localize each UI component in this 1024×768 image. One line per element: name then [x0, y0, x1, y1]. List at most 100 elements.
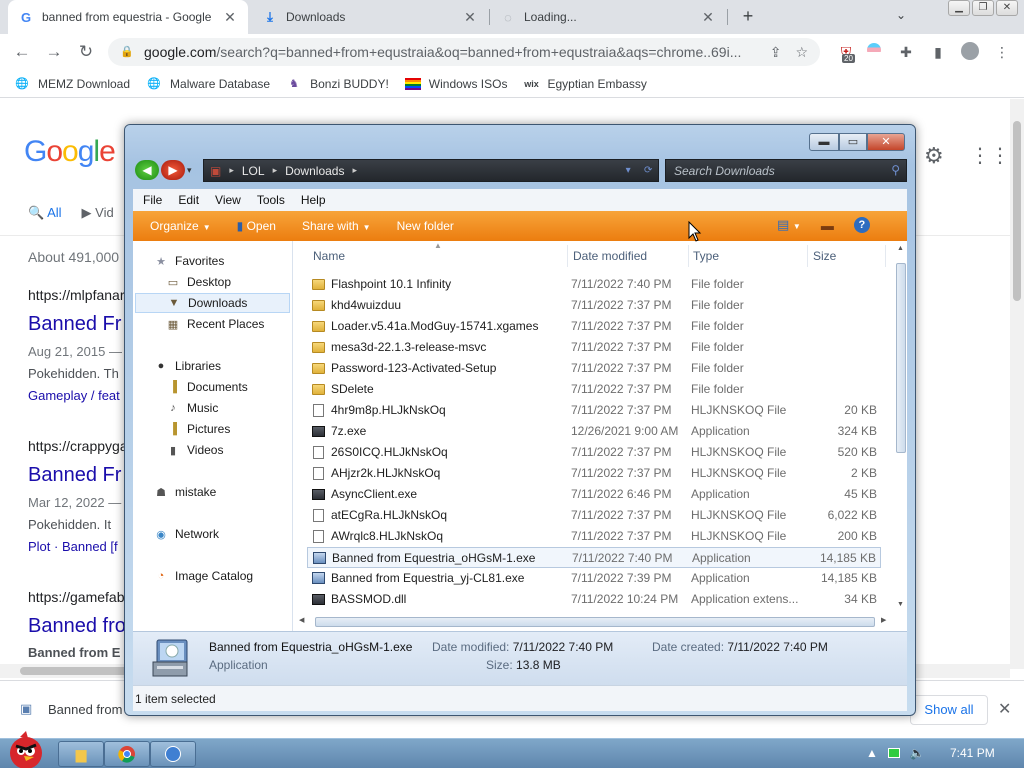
new-folder-button[interactable]: New folder: [397, 219, 454, 233]
side-panel-icon[interactable]: ▮: [928, 42, 948, 62]
column-name[interactable]: Name: [313, 245, 345, 267]
minimize-button[interactable]: ▁: [948, 0, 970, 16]
help-icon[interactable]: ?: [853, 217, 870, 233]
column-type[interactable]: Type: [693, 245, 719, 267]
file-list-horizontal-scrollbar[interactable]: ◀ ▶: [295, 614, 893, 630]
refresh-icon[interactable]: ⟳: [644, 165, 652, 176]
result-cite[interactable]: https://mlpfanar: [28, 287, 125, 303]
taskbar-chrome-button[interactable]: [104, 741, 150, 767]
share-icon[interactable]: ⇪: [770, 44, 782, 61]
scroll-down-arrow-icon[interactable]: ▼: [897, 601, 904, 608]
scroll-left-arrow-icon[interactable]: ◀: [299, 616, 304, 624]
file-row[interactable]: 4hr9m8p.HLJkNskOq 7/11/2022 7:37 PM HLJKNS…: [307, 400, 881, 421]
menu-help[interactable]: Help: [301, 193, 326, 207]
forward-arrow-icon[interactable]: ▶: [161, 160, 185, 180]
scroll-right-arrow-icon[interactable]: ▶: [881, 616, 886, 624]
file-row[interactable]: Banned from Equestria_oHGsM-1.exe 7/11/20…: [307, 547, 881, 568]
nav-desktop[interactable]: ▭ Desktop: [165, 272, 231, 292]
nav-libraries[interactable]: ● Libraries: [153, 356, 221, 376]
nav-mistake[interactable]: ☗ mistake: [153, 482, 216, 502]
reload-button[interactable]: ↻: [76, 42, 96, 62]
tab-google-search[interactable]: G banned from equestria - Google ✕: [8, 0, 248, 34]
forward-button[interactable]: →: [44, 42, 64, 62]
file-row[interactable]: khd4wuizduu 7/11/2022 7:37 PM File folder: [307, 295, 881, 316]
extension-flag-icon[interactable]: [864, 42, 884, 62]
file-row[interactable]: AWrqlc8.HLJkNskOq 7/11/2022 7:37 PM HLJKNS…: [307, 526, 881, 547]
profile-avatar-icon[interactable]: [960, 42, 980, 62]
tab-videos[interactable]: ▶ Vid: [82, 205, 114, 221]
column-size[interactable]: Size: [813, 245, 836, 267]
breadcrumb-separator[interactable]: ▸: [273, 165, 278, 176]
breadcrumb-separator[interactable]: ▸: [352, 165, 357, 176]
bookmark-windows-isos[interactable]: Windows ISOs: [404, 76, 507, 92]
tab-downloads[interactable]: ⤓ Downloads ✕: [252, 0, 488, 34]
file-row[interactable]: 26S0ICQ.HLJkNskOq 7/11/2022 7:37 PM HLJKNS…: [307, 442, 881, 463]
organize-button[interactable]: Organize ▼: [150, 219, 211, 233]
result-title[interactable]: Banned fro: [28, 615, 126, 638]
explorer-search-box[interactable]: Search Downloads ⚲: [665, 159, 907, 182]
address-dropdown-icon[interactable]: ▾: [626, 165, 631, 176]
nav-documents[interactable]: ▐ Documents: [165, 377, 248, 397]
new-tab-button[interactable]: +: [738, 6, 758, 26]
column-date-modified[interactable]: Date modified: [573, 245, 647, 267]
column-divider[interactable]: [807, 245, 808, 267]
angry-bird-start-icon[interactable]: [4, 729, 48, 768]
bookmark-malware-database[interactable]: 🌐 Malware Database: [146, 76, 270, 92]
column-divider[interactable]: [885, 245, 886, 267]
bookmark-star-icon[interactable]: ☆: [795, 44, 808, 61]
result-title[interactable]: Banned Fr: [28, 464, 121, 487]
result-sitelinks[interactable]: Plot · Banned [f: [28, 539, 118, 554]
tab-loading[interactable]: ◌ Loading... ✕: [490, 0, 726, 34]
breadcrumb-downloads[interactable]: Downloads: [285, 164, 344, 178]
extensions-puzzle-icon[interactable]: ✚: [896, 42, 916, 62]
settings-gear-icon[interactable]: ⚙: [924, 143, 944, 169]
tab-close-icon[interactable]: ✕: [222, 9, 238, 26]
file-row[interactable]: BASSMOD.dll 7/11/2022 10:24 PM Application…: [307, 589, 881, 610]
history-dropdown-icon[interactable]: ▾: [187, 165, 192, 176]
result-cite[interactable]: https://gamefab: [28, 589, 125, 605]
file-row[interactable]: Loader.v5.41a.ModGuy-15741.xgames 7/11/20…: [307, 316, 881, 337]
explorer-close-button[interactable]: ✕: [867, 133, 905, 151]
volume-icon[interactable]: 🔈: [910, 746, 925, 760]
result-sitelinks[interactable]: Gameplay / feat: [28, 388, 120, 403]
tray-expand-icon[interactable]: ▲: [866, 746, 878, 760]
download-item[interactable]: ▣ Banned from: [20, 701, 122, 717]
lock-icon[interactable]: 🔒: [120, 45, 134, 59]
maximize-button[interactable]: ❐: [972, 0, 994, 16]
menu-kebab-icon[interactable]: ⋮: [992, 42, 1012, 62]
menu-tools[interactable]: Tools: [257, 193, 285, 207]
address-bar[interactable]: 🔒 google.com/search?q=banned+from+equstr…: [108, 38, 820, 66]
change-view-icon[interactable]: ▤ ▼: [777, 217, 801, 233]
breadcrumb-separator[interactable]: ▸: [229, 165, 234, 176]
menu-file[interactable]: File: [143, 193, 162, 207]
nav-favorites[interactable]: ★ Favorites: [153, 251, 224, 271]
column-divider[interactable]: [567, 245, 568, 267]
search-icon[interactable]: ⚲: [891, 163, 900, 177]
tab-all[interactable]: 🔍 All: [28, 205, 62, 221]
nav-downloads[interactable]: ▼ Downloads: [135, 293, 290, 313]
nav-recent-places[interactable]: ▦ Recent Places: [165, 314, 265, 334]
google-logo[interactable]: Google: [24, 135, 116, 169]
bookmark-bonzi-buddy[interactable]: ♞ Bonzi BUDDY!: [286, 76, 389, 92]
nav-image-catalog[interactable]: ◔ Image Catalog: [153, 566, 253, 586]
file-row[interactable]: atECgRa.HLJkNskOq 7/11/2022 7:37 PM HLJKNS…: [307, 505, 881, 526]
nav-network[interactable]: ◉ Network: [153, 524, 219, 544]
close-button[interactable]: ✕: [996, 0, 1018, 16]
tab-search-chevron-icon[interactable]: ⌄: [896, 8, 906, 22]
explorer-maximize-button[interactable]: ▭: [839, 133, 867, 151]
bookmark-memz[interactable]: 🌐 MEMZ Download: [14, 76, 130, 92]
show-all-button[interactable]: Show all: [910, 695, 988, 725]
file-row[interactable]: Banned from Equestria_yj-CL81.exe 7/11/20…: [307, 568, 881, 589]
menu-edit[interactable]: Edit: [178, 193, 199, 207]
menu-view[interactable]: View: [215, 193, 241, 207]
nav-music[interactable]: ♪ Music: [165, 398, 218, 418]
taskbar-explorer-button[interactable]: ▆: [58, 741, 104, 767]
file-list-vertical-scrollbar[interactable]: ▲ ▼: [893, 245, 907, 613]
file-row[interactable]: AHjzr2k.HLJkNskOq 7/11/2022 7:37 PM HLJKNS…: [307, 463, 881, 484]
file-row[interactable]: Password-123-Activated-Setup 7/11/2022 7:…: [307, 358, 881, 379]
file-row[interactable]: AsyncClient.exe 7/11/2022 6:46 PM Applicat…: [307, 484, 881, 505]
explorer-minimize-button[interactable]: ▬: [809, 133, 839, 151]
file-row[interactable]: mesa3d-22.1.3-release-msvc 7/11/2022 7:37…: [307, 337, 881, 358]
scroll-up-arrow-icon[interactable]: ▲: [897, 245, 904, 252]
file-row[interactable]: SDelete 7/11/2022 7:37 PM File folder: [307, 379, 881, 400]
